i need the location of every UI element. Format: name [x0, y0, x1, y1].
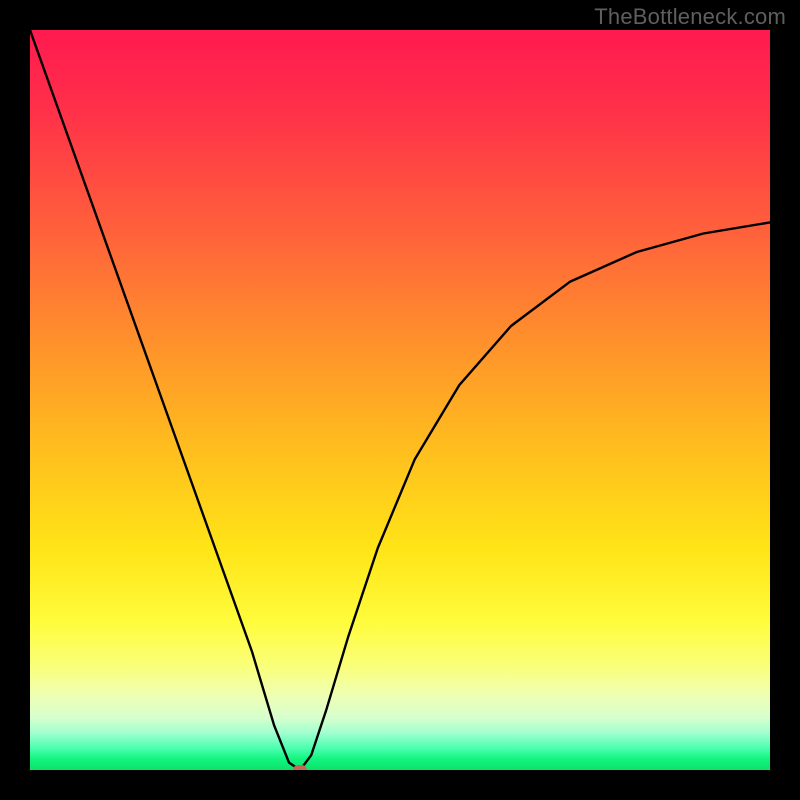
watermark-text: TheBottleneck.com	[594, 4, 786, 30]
plot-area	[30, 30, 770, 770]
optimum-marker	[293, 765, 307, 770]
chart-frame: TheBottleneck.com	[0, 0, 800, 800]
bottleneck-curve	[30, 30, 770, 770]
